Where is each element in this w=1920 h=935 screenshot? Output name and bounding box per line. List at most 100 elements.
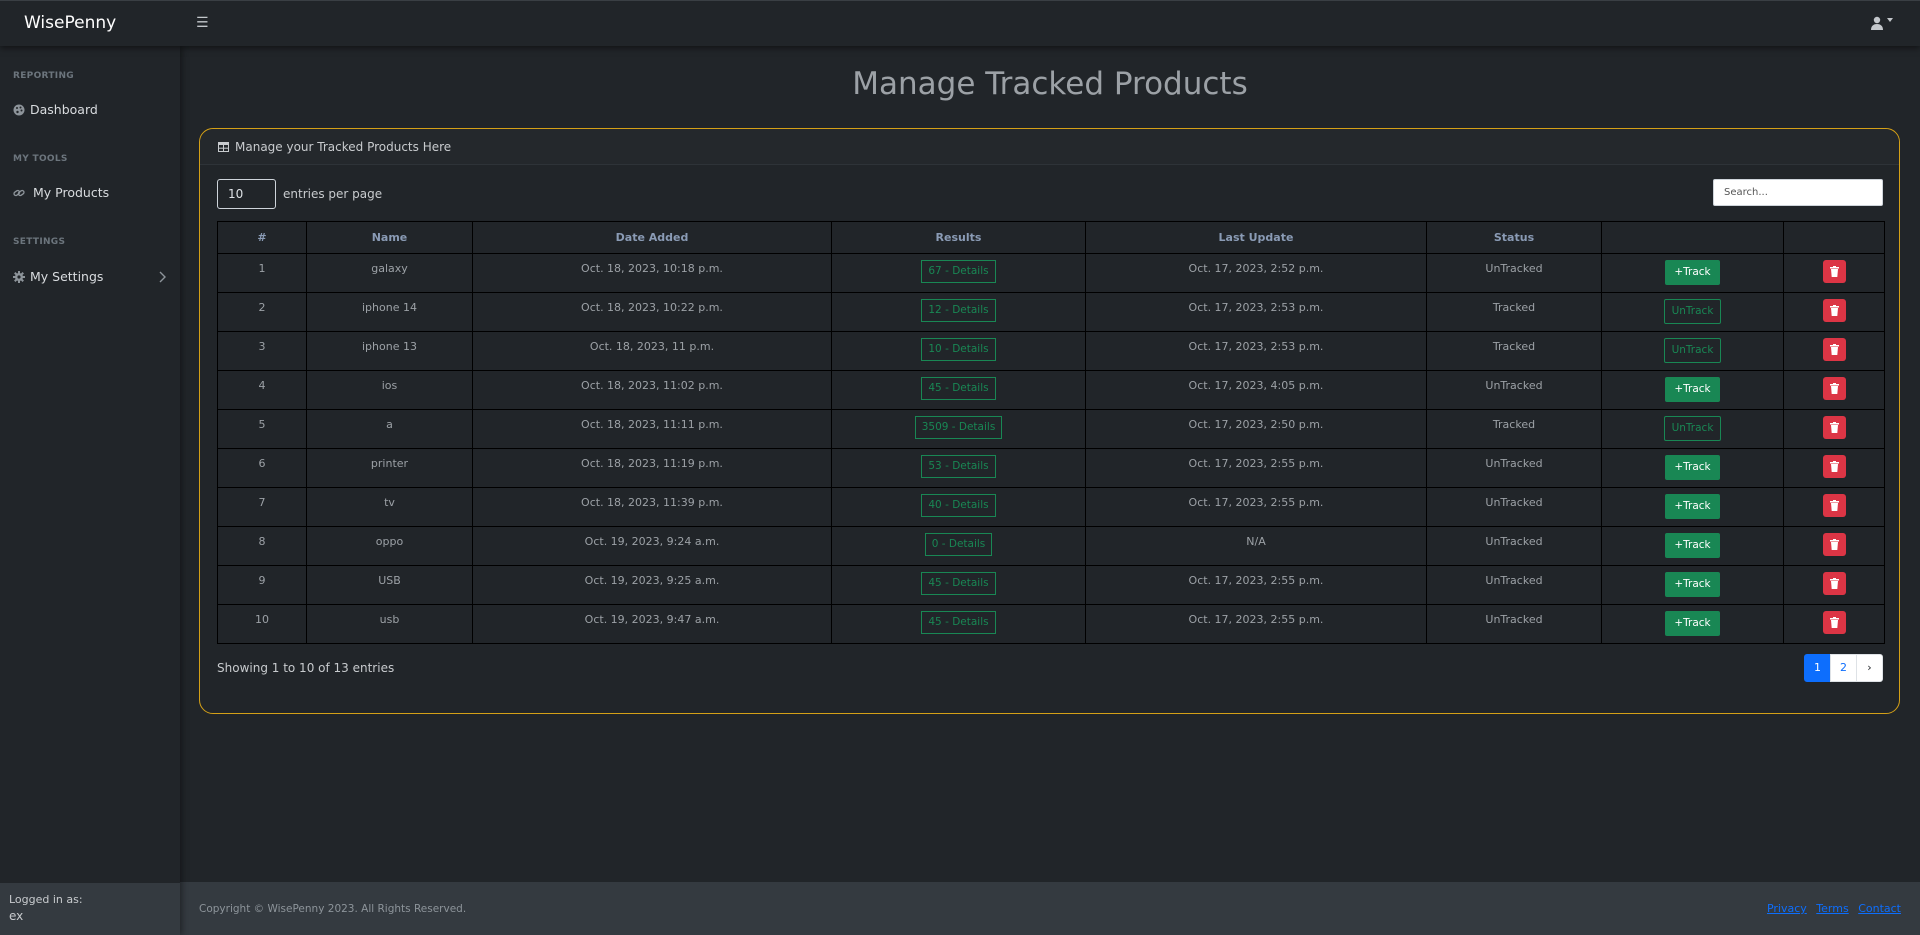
delete-button[interactable] [1822, 260, 1846, 283]
details-button[interactable]: 45 - Details [921, 611, 996, 634]
column-header-name[interactable]: Name [306, 221, 473, 254]
details-button[interactable]: 67 - Details [921, 260, 996, 283]
sidebar-toggle-button[interactable]: ☰ [196, 15, 210, 31]
track-button[interactable]: +Track [1665, 494, 1720, 519]
track-button[interactable]: +Track [1665, 377, 1720, 402]
details-button[interactable]: 12 - Details [921, 299, 996, 322]
row-number: 5 [217, 409, 307, 449]
delete-cell [1783, 487, 1885, 527]
results-cell: 3509 - Details [831, 409, 1086, 449]
date-added: Oct. 18, 2023, 11:19 p.m. [472, 448, 832, 488]
privacy-link[interactable]: Privacy [1767, 902, 1807, 915]
column-header-last-update[interactable]: Last Update [1085, 221, 1427, 254]
sidebar-item-my-products[interactable]: My Products [0, 178, 180, 208]
track-button[interactable]: +Track [1665, 455, 1720, 480]
contact-link[interactable]: Contact [1858, 902, 1901, 915]
status: UnTracked [1426, 448, 1602, 488]
date-added: Oct. 18, 2023, 10:18 p.m. [472, 253, 832, 293]
tracked-products-card: Manage your Tracked Products Here entrie… [199, 128, 1900, 714]
last-update: Oct. 17, 2023, 2:55 p.m. [1085, 448, 1427, 488]
results-cell: 45 - Details [831, 565, 1086, 605]
column-header-track [1601, 221, 1784, 254]
table-row: 4 ios Oct. 18, 2023, 11:02 p.m. 45 - Detail… [217, 370, 1885, 410]
track-button[interactable]: +Track [1665, 260, 1720, 285]
last-update: Oct. 17, 2023, 2:55 p.m. [1085, 565, 1427, 605]
user-menu-button[interactable] [1870, 14, 1898, 34]
delete-button[interactable] [1822, 455, 1846, 478]
details-button[interactable]: 45 - Details [921, 377, 996, 400]
terms-link[interactable]: Terms [1816, 902, 1848, 915]
delete-button[interactable] [1822, 611, 1846, 634]
track-button[interactable]: +Track [1665, 572, 1720, 597]
products-table: # Name Date Added Results Last Update St… [217, 221, 1885, 644]
page-button-1[interactable]: 1 [1804, 654, 1831, 682]
details-button[interactable]: 0 - Details [924, 533, 993, 556]
row-number: 4 [217, 370, 307, 410]
delete-cell [1783, 253, 1885, 293]
sidebar-item-label: My Products [33, 185, 110, 200]
status: UnTracked [1426, 370, 1602, 410]
details-button[interactable]: 40 - Details [921, 494, 996, 517]
row-number: 8 [217, 526, 307, 566]
column-header-date-added[interactable]: Date Added [472, 221, 832, 254]
search-input[interactable] [1713, 179, 1883, 206]
untrack-button[interactable]: UnTrack [1663, 416, 1722, 441]
sidebar-item-my-settings[interactable]: My Settings [0, 262, 180, 292]
untrack-button[interactable]: UnTrack [1663, 338, 1722, 363]
table-row: 6 printer Oct. 18, 2023, 11:19 p.m. 53 - De… [217, 448, 1885, 488]
column-header-number[interactable]: # [217, 221, 307, 254]
product-name: printer [306, 448, 473, 488]
details-button[interactable]: 3509 - Details [914, 416, 1003, 439]
delete-button[interactable] [1822, 572, 1846, 595]
delete-button[interactable] [1822, 299, 1846, 322]
sidebar-item-label: Dashboard [30, 102, 98, 117]
delete-button[interactable] [1822, 377, 1846, 400]
brand-logo[interactable]: WisePenny [24, 13, 116, 33]
logged-in-panel: Logged in as: ex [0, 883, 180, 935]
sidebar: REPORTING Dashboard MY TOOLS My Products… [0, 46, 180, 935]
table-row: 9 USB Oct. 19, 2023, 9:25 a.m. 45 - Details… [217, 565, 1885, 605]
sidebar-item-dashboard[interactable]: Dashboard [0, 95, 180, 125]
track-button[interactable]: +Track [1665, 533, 1720, 558]
next-page-button[interactable]: › [1856, 654, 1883, 682]
table-header-row: # Name Date Added Results Last Update St… [217, 221, 1885, 254]
copyright-text: Copyright © WisePenny 2023. All Rights R… [199, 903, 467, 915]
delete-button[interactable] [1822, 494, 1846, 517]
details-button[interactable]: 10 - Details [921, 338, 996, 361]
table-row: 10 usb Oct. 19, 2023, 9:47 a.m. 45 - Detail… [217, 604, 1885, 644]
date-added: Oct. 19, 2023, 9:25 a.m. [472, 565, 832, 605]
column-header-results[interactable]: Results [831, 221, 1086, 254]
details-button[interactable]: 45 - Details [921, 572, 996, 595]
caret-down-icon [1887, 18, 1893, 22]
product-name: USB [306, 565, 473, 605]
entries-per-page-label: entries per page [283, 187, 383, 201]
page-footer: Copyright © WisePenny 2023. All Rights R… [180, 882, 1920, 935]
trash-icon [1829, 461, 1839, 472]
untrack-button[interactable]: UnTrack [1663, 299, 1722, 324]
last-update: Oct. 17, 2023, 2:50 p.m. [1085, 409, 1427, 449]
palette-icon [13, 104, 25, 116]
trash-icon [1829, 344, 1839, 355]
sidebar-heading-settings: SETTINGS [13, 237, 66, 247]
status: UnTracked [1426, 604, 1602, 644]
entries-per-page-input[interactable] [217, 179, 276, 209]
delete-button[interactable] [1822, 533, 1846, 556]
track-cell: +Track [1601, 487, 1784, 527]
product-name: iphone 13 [306, 331, 473, 371]
track-button[interactable]: +Track [1665, 611, 1720, 636]
track-cell: +Track [1601, 448, 1784, 488]
column-header-status[interactable]: Status [1426, 221, 1602, 254]
row-number: 2 [217, 292, 307, 332]
delete-button[interactable] [1822, 416, 1846, 439]
page-button-2[interactable]: 2 [1830, 654, 1857, 682]
sidebar-heading-reporting: REPORTING [13, 71, 74, 81]
date-added: Oct. 18, 2023, 11:39 p.m. [472, 487, 832, 527]
track-cell: UnTrack [1601, 331, 1784, 371]
delete-cell [1783, 526, 1885, 566]
details-button[interactable]: 53 - Details [921, 455, 996, 478]
delete-button[interactable] [1822, 338, 1846, 361]
row-number: 9 [217, 565, 307, 605]
results-cell: 0 - Details [831, 526, 1086, 566]
hamburger-icon: ☰ [196, 15, 209, 31]
last-update: Oct. 17, 2023, 2:55 p.m. [1085, 487, 1427, 527]
